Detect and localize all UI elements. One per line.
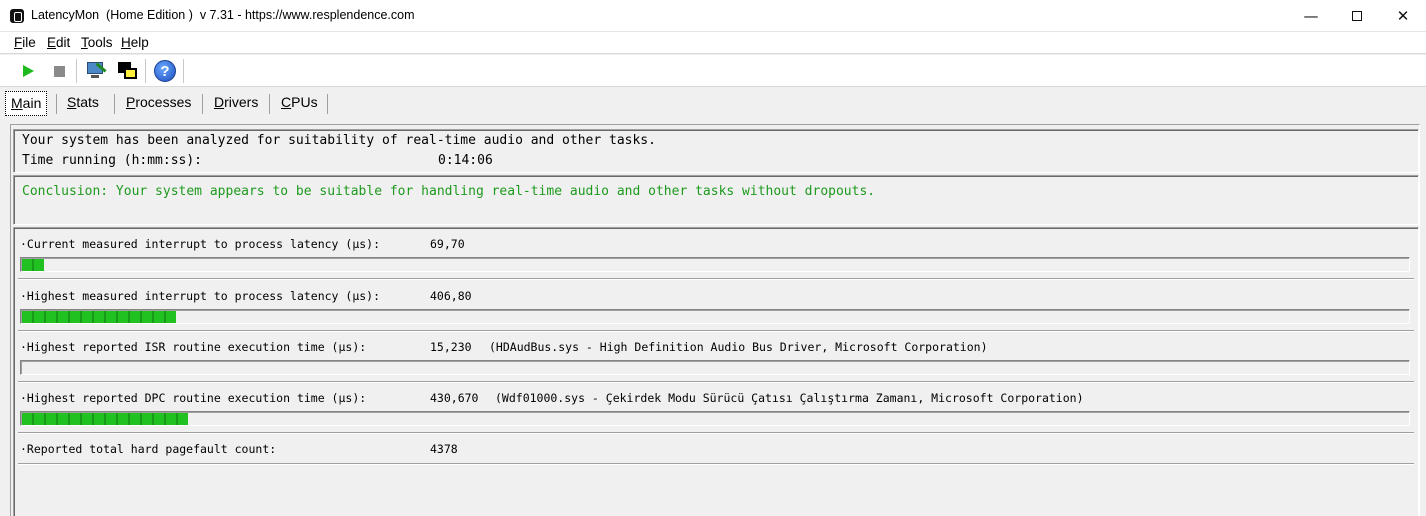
metric-value-isr-time: 15,230: [430, 340, 472, 354]
app-icon: [10, 9, 24, 23]
menu-help[interactable]: Help: [121, 35, 149, 50]
analyze-button[interactable]: [84, 59, 108, 83]
menu-tools[interactable]: Tools: [81, 35, 113, 50]
help-icon: ?: [154, 60, 176, 82]
toolbar-separator: [183, 59, 184, 83]
summary-box: Your system has been analyzed for suitab…: [13, 129, 1419, 173]
gauge-current-latency: [20, 257, 1410, 272]
gauge-isr-time: [20, 360, 1410, 375]
metric-label-pagefault-count: ·Reported total hard pagefault count:: [20, 442, 277, 456]
help-button[interactable]: ?: [153, 59, 177, 83]
gauge-dpc-time: [20, 411, 1410, 426]
tab-drivers[interactable]: Drivers: [209, 91, 263, 116]
tab-main[interactable]: Main: [5, 91, 48, 116]
maximize-icon: [1352, 11, 1362, 21]
toolbar-separator: [76, 59, 77, 83]
time-running-value: 0:14:06: [438, 153, 493, 168]
windows-icon: [117, 61, 139, 81]
tab-separator: [114, 94, 115, 114]
windows-button[interactable]: [116, 59, 140, 83]
metric-label-isr-time: ·Highest reported ISR routine execution …: [20, 340, 367, 354]
tab-separator: [202, 94, 203, 114]
metric-driver-isr: (HDAudBus.sys - High Definition Audio Bu…: [489, 340, 988, 354]
tab-separator: [56, 94, 57, 114]
menu-file[interactable]: File: [14, 35, 36, 50]
metric-value-current-latency: 69,70: [430, 237, 465, 251]
divider: [18, 432, 1414, 434]
tab-bar: Main Stats Processes Drivers CPUs: [0, 88, 1426, 120]
divider: [18, 278, 1414, 280]
menu-bar: File Edit Tools Help: [0, 32, 1426, 54]
maximize-button[interactable]: [1334, 0, 1380, 32]
tab-cpus[interactable]: CPUs: [276, 91, 323, 116]
summary-text: Your system has been analyzed for suitab…: [22, 133, 656, 148]
gauge-highest-latency: [20, 309, 1410, 324]
main-panel: Your system has been analyzed for suitab…: [10, 124, 1420, 516]
conclusion-box: Conclusion: Your system appears to be su…: [13, 175, 1419, 225]
tab-stats[interactable]: Stats: [62, 91, 104, 116]
stop-icon: [53, 65, 65, 77]
window-title: LatencyMon (Home Edition ) v 7.31 - http…: [31, 8, 415, 22]
stop-button[interactable]: [47, 59, 71, 83]
menu-edit[interactable]: Edit: [47, 35, 70, 50]
divider: [18, 381, 1414, 383]
conclusion-text: Conclusion: Your system appears to be su…: [22, 184, 876, 199]
divider: [18, 330, 1414, 332]
gauge-fill: [22, 413, 188, 425]
metric-label-dpc-time: ·Highest reported DPC routine execution …: [20, 391, 367, 405]
gauge-fill: [22, 259, 44, 271]
metric-label-current-latency: ·Current measured interrupt to process l…: [20, 237, 381, 251]
metric-driver-dpc: (Wdf01000.sys - Çekirdek Modu Sürücü Çat…: [495, 391, 1084, 405]
gauge-fill: [22, 311, 176, 323]
metric-value-highest-latency: 406,80: [430, 289, 472, 303]
close-button[interactable]: ✕: [1380, 0, 1426, 32]
toolbar: ?: [0, 55, 1426, 87]
toolbar-separator: [145, 59, 146, 83]
start-button[interactable]: [16, 59, 40, 83]
play-icon: [22, 65, 34, 77]
tab-processes[interactable]: Processes: [121, 91, 196, 116]
minimize-button[interactable]: —: [1288, 0, 1334, 32]
metric-value-dpc-time: 430,670: [430, 391, 479, 405]
monitor-wand-icon: [85, 61, 107, 81]
metrics-box: ·Current measured interrupt to process l…: [13, 227, 1419, 516]
title-bar: LatencyMon (Home Edition ) v 7.31 - http…: [0, 0, 1426, 32]
tab-separator: [269, 94, 270, 114]
metric-label-highest-latency: ·Highest measured interrupt to process l…: [20, 289, 381, 303]
metric-value-pagefault-count: 4378: [430, 442, 458, 456]
tab-separator: [327, 94, 328, 114]
divider: [18, 463, 1414, 465]
time-running-label: Time running (h:mm:ss):: [22, 153, 203, 168]
